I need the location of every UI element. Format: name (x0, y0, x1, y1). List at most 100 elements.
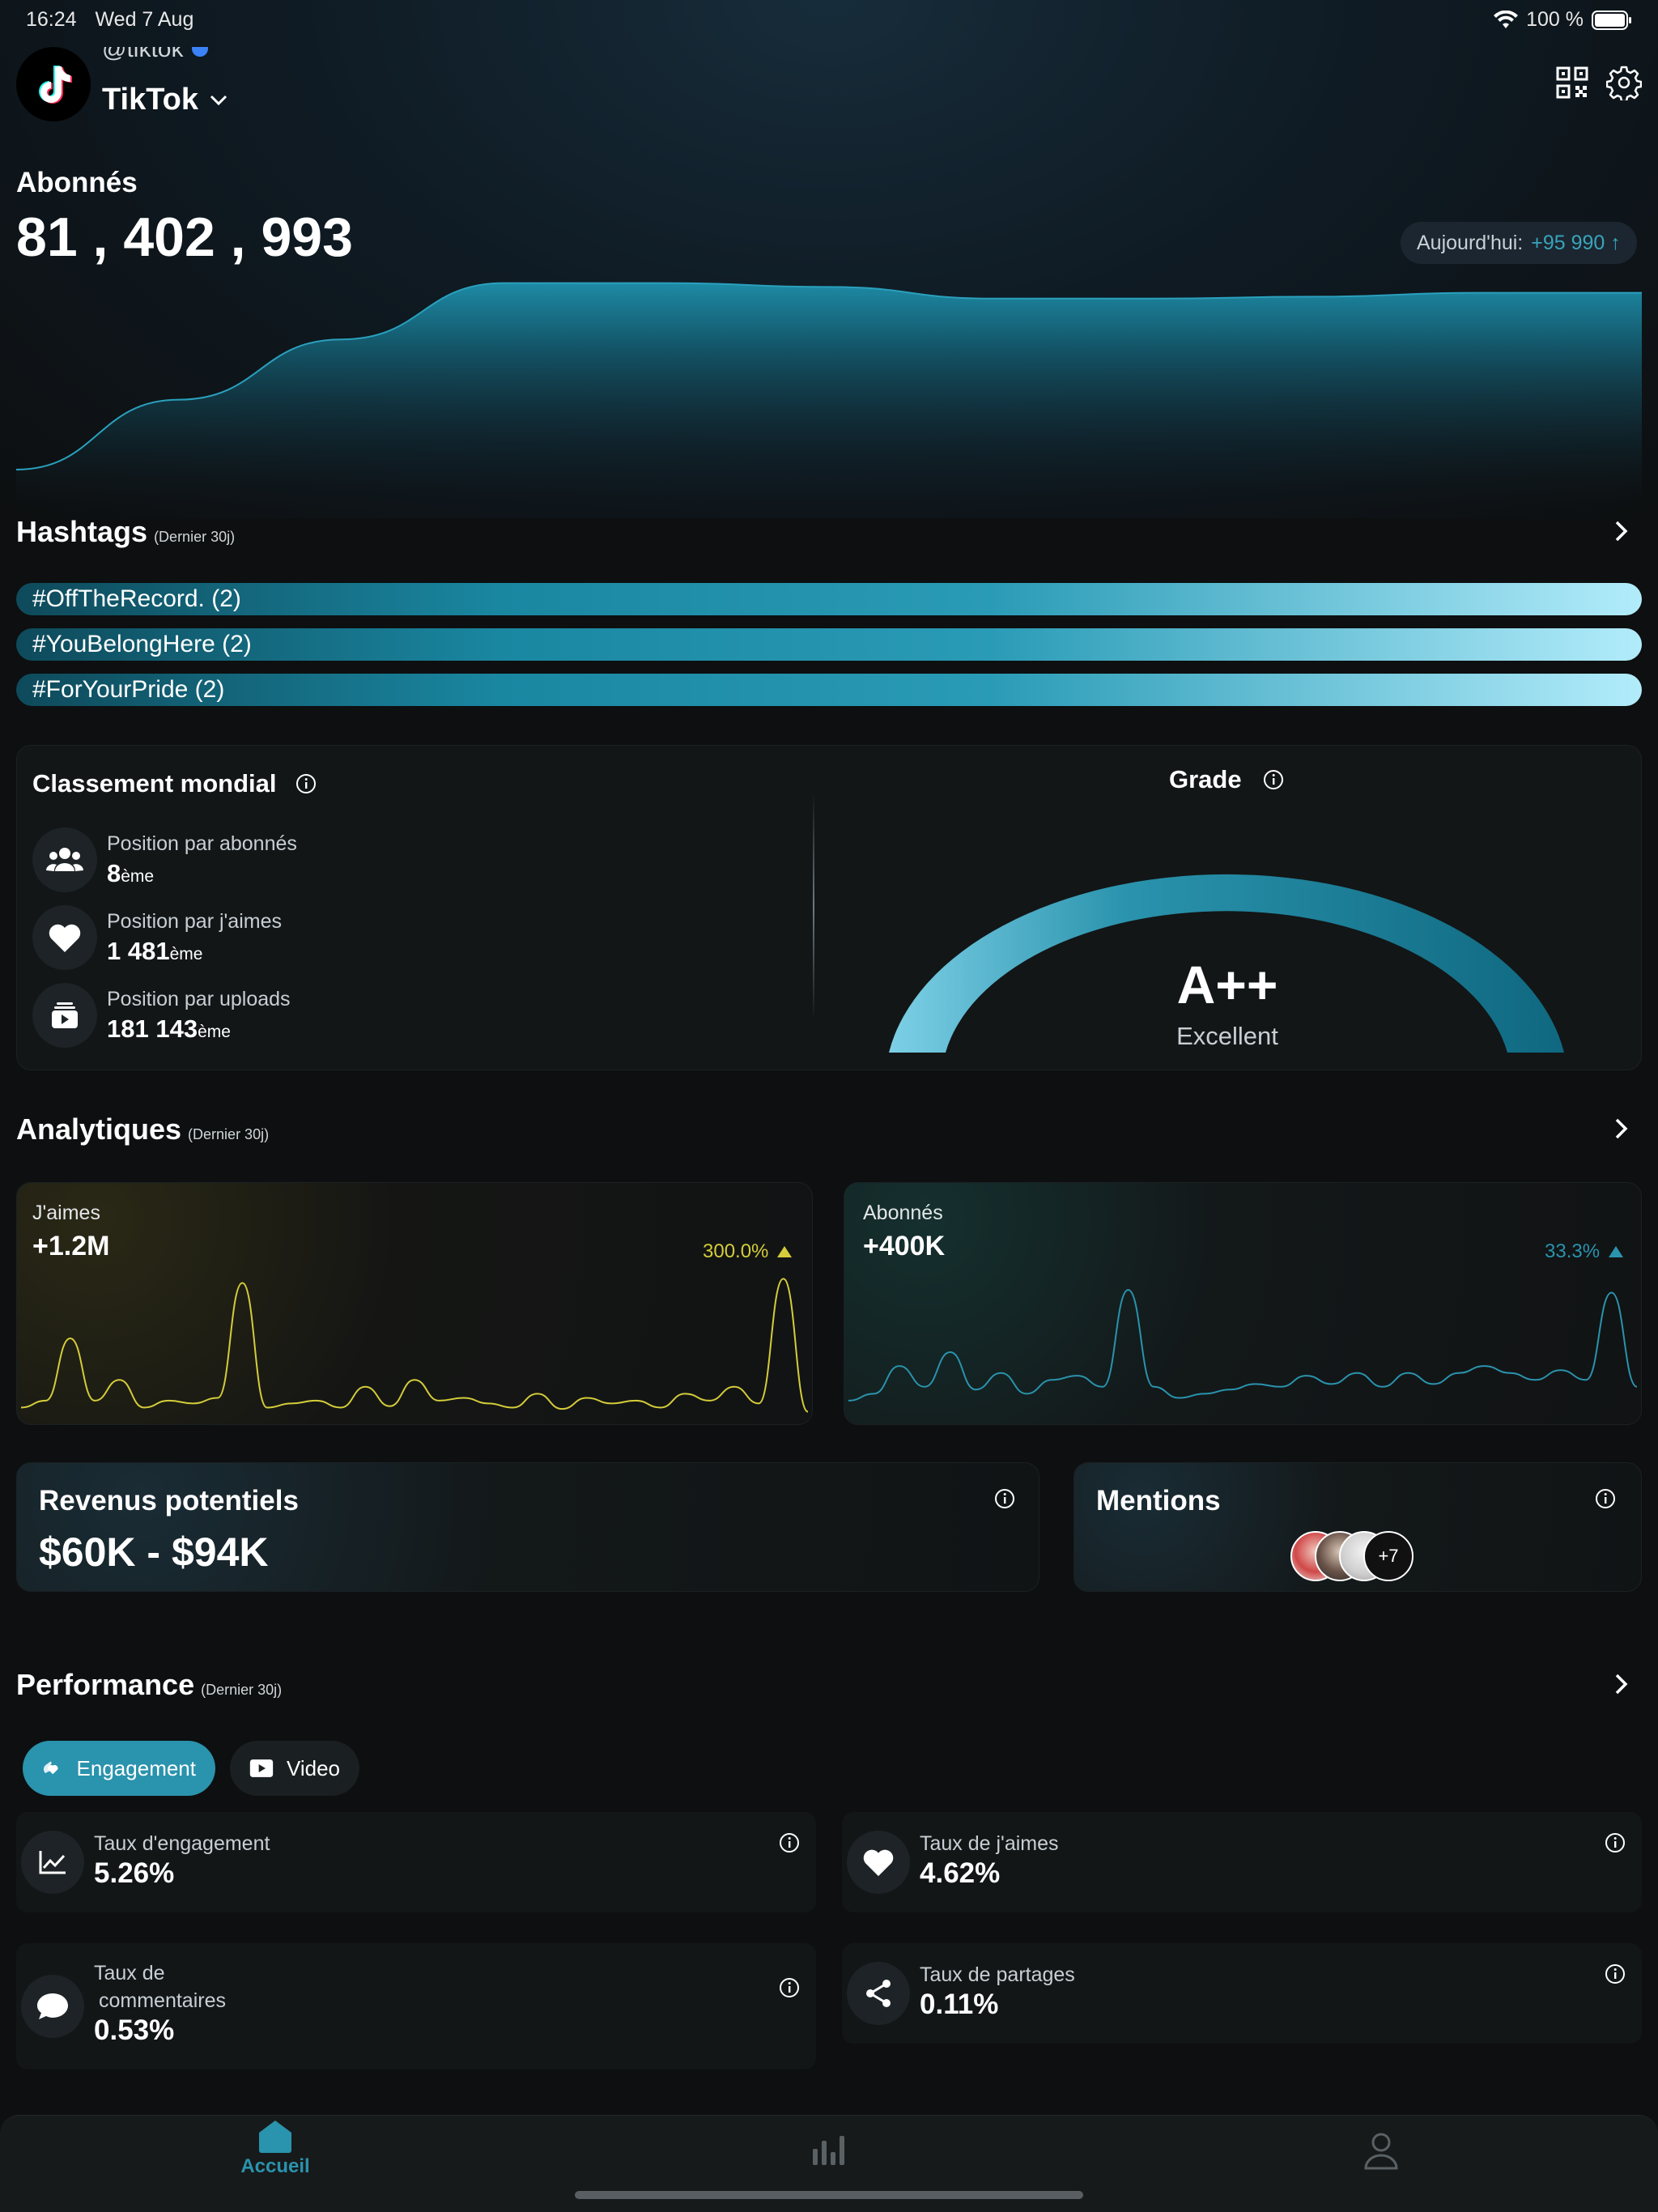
rank-suffix: ème (121, 867, 155, 886)
status-time: 16:24 Wed 7 Aug (26, 8, 193, 32)
followers-line-chart (848, 1289, 1638, 1402)
arrow-up-icon (777, 1246, 793, 1257)
rank-value-row: 181 143ème (107, 1015, 291, 1044)
chevron-down-icon (210, 95, 227, 105)
likes-value: +1.2M (32, 1231, 110, 1261)
qr-code-icon (1556, 66, 1588, 99)
likes-line-chart (20, 1278, 809, 1413)
today-value: +95 990 ↑ (1531, 231, 1621, 254)
nav-stats[interactable] (811, 2131, 847, 2171)
verified-badge-icon (191, 47, 208, 57)
nav-profile[interactable] (1363, 2131, 1399, 2174)
performance-chevron-right-icon[interactable] (1609, 1672, 1634, 1696)
today-gain-pill: Aujourd'hui: +95 990 ↑ (1401, 222, 1637, 264)
performance-header: Performance (Dernier 30j) (16, 1668, 282, 1702)
engagement-rate: Taux d'engagement 5.26% (94, 1830, 270, 1890)
info-icon[interactable] (1605, 1832, 1626, 1853)
comment-icon (37, 1993, 68, 2019)
stat-value: 5.26% (94, 1857, 175, 1889)
rank-value: 181 143 (107, 1015, 198, 1043)
followers-area-chart (16, 282, 1642, 510)
hashtag-bar[interactable]: #YouBelongHere (2) (16, 628, 1642, 661)
hashtags-chevron-right-icon[interactable] (1609, 519, 1634, 543)
home-icon (259, 2121, 291, 2153)
ranking-header: Classement mondial (32, 769, 317, 798)
rank-label: Position par abonnés (107, 832, 297, 855)
rank-suffix: ème (198, 1023, 231, 1041)
rank-uploads-icon-wrap (32, 983, 97, 1048)
followers-title: Abonnés (16, 167, 138, 198)
likes-change: 300.0% (703, 1240, 793, 1263)
wifi-icon (1494, 10, 1519, 28)
arrow-up-icon (1609, 1246, 1624, 1257)
profile-handle: @tiktok (102, 47, 184, 62)
stat-value: 0.11% (920, 1989, 999, 2020)
like-rate: Taux de j'aimes 4.62% (920, 1830, 1059, 1890)
subs-line (848, 1289, 1638, 1402)
profile-avatar[interactable] (16, 47, 91, 121)
mentions-more-badge[interactable]: +7 (1363, 1531, 1414, 1581)
stat-label-line2: commentaires (99, 1989, 226, 2012)
followers-change: 33.3% (1545, 1240, 1624, 1263)
heart-icon (49, 924, 81, 952)
like-rate-icon-wrap (847, 1831, 910, 1894)
analytics-subtitle: (Dernier 30j) (188, 1126, 270, 1142)
tiktok-logo-icon (39, 66, 72, 104)
stat-value: 4.62% (920, 1857, 1001, 1889)
tab-engagement[interactable]: Engagement (23, 1741, 215, 1796)
battery-icon (1592, 10, 1631, 30)
info-icon[interactable] (779, 1977, 800, 1998)
chart-trend-icon (39, 1851, 66, 1874)
hashtag-label: #YouBelongHere (2) (32, 631, 252, 657)
rank-likes: Position par j'aimes 1 481ème (107, 910, 282, 966)
rank-followers-icon-wrap (32, 827, 97, 892)
uploads-icon (52, 1002, 78, 1028)
battery-percent: 100 % (1526, 8, 1584, 31)
grade-value: A++ (1176, 955, 1278, 1015)
info-icon[interactable] (779, 1832, 800, 1853)
followers-area (16, 283, 1642, 510)
heart-icon (863, 1849, 894, 1877)
info-icon[interactable] (295, 773, 317, 794)
rank-label: Position par uploads (107, 988, 291, 1010)
status-right: 100 % (1494, 8, 1632, 32)
mentions-more-count: +7 (1378, 1546, 1399, 1566)
account-switcher[interactable]: TikTok (102, 83, 227, 117)
info-icon[interactable] (1263, 769, 1284, 790)
stat-label: Taux d'engagement (94, 1832, 270, 1855)
hashtag-bar[interactable]: #ForYourPride (2) (16, 674, 1642, 706)
hashtag-bar[interactable]: #OffTheRecord. (2) (16, 583, 1642, 615)
info-icon[interactable] (1605, 1963, 1626, 1984)
share-icon (866, 1980, 891, 2007)
rank-value: 1 481 (107, 937, 170, 965)
comment-rate: Taux de commentaires 0.53% (94, 1959, 226, 2047)
stat-label-line1: Taux de (94, 1962, 165, 1984)
stat-value: 0.53% (94, 2014, 175, 2046)
today-label: Aujourd'hui: (1417, 231, 1524, 254)
grade-label: Excellent (1176, 1022, 1278, 1050)
nav-home[interactable]: Accueil (227, 2118, 324, 2178)
tab-video[interactable]: Video (230, 1741, 359, 1796)
analytics-chevron-right-icon[interactable] (1609, 1117, 1634, 1141)
hashtags-header: Hashtags (Dernier 30j) (16, 515, 235, 549)
rank-likes-icon-wrap (32, 905, 97, 970)
info-icon[interactable] (994, 1488, 1015, 1509)
revenue-title: Revenus potentiels (39, 1485, 299, 1516)
video-icon (249, 1759, 274, 1777)
handle-row: @tiktok (102, 47, 208, 70)
info-icon[interactable] (1595, 1488, 1616, 1509)
hashtag-label: #OffTheRecord. (2) (32, 585, 241, 612)
stat-label: Taux de j'aimes (920, 1832, 1059, 1855)
comment-rate-icon-wrap (21, 1975, 84, 2038)
ranking-title: Classement mondial (32, 769, 277, 798)
qr-code-button[interactable] (1556, 66, 1588, 103)
stat-label: Taux de partages (920, 1963, 1075, 1986)
nav-home-label: Accueil (240, 2155, 310, 2177)
user-icon (1364, 2133, 1398, 2170)
settings-button[interactable] (1605, 65, 1643, 104)
performance-title: Performance (16, 1668, 195, 1701)
rank-value-row: 8ème (107, 859, 297, 888)
performance-subtitle: (Dernier 30j) (201, 1682, 283, 1698)
home-indicator (575, 2191, 1083, 2199)
analytics-header: Analytiques (Dernier 30j) (16, 1112, 269, 1146)
